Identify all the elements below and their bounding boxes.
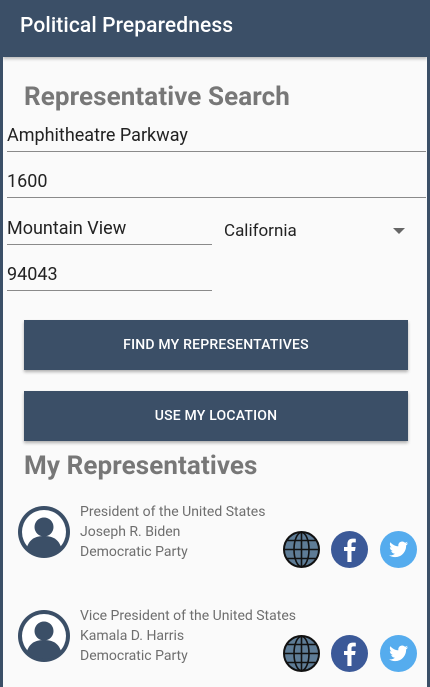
app-bar: Political Preparedness — [3, 0, 427, 57]
app-frame: Political Preparedness Representative Se… — [3, 0, 427, 687]
representative-office: Vice President of the United States — [80, 608, 296, 624]
app-title: Political Preparedness — [20, 14, 234, 38]
twitter-icon[interactable] — [380, 635, 417, 672]
address-line1-input[interactable] — [7, 121, 426, 149]
city-field[interactable] — [7, 214, 212, 245]
representative-name: Kamala D. Harris — [80, 628, 185, 644]
zip-field[interactable] — [7, 260, 212, 291]
representative-item[interactable]: President of the United States Joseph R.… — [3, 500, 427, 600]
address-line2-field[interactable] — [7, 167, 426, 198]
zip-input[interactable] — [7, 260, 212, 288]
search-heading: Representative Search — [24, 82, 290, 112]
address-line1-field[interactable] — [7, 121, 426, 152]
twitter-icon[interactable] — [380, 531, 417, 568]
representatives-heading: My Representatives — [24, 451, 258, 481]
representative-details: Vice President of the United States Kama… — [80, 606, 296, 666]
globe-icon[interactable] — [283, 531, 320, 568]
address-line2-input[interactable] — [7, 167, 426, 195]
representative-name: Joseph R. Biden — [80, 524, 181, 540]
representative-party: Democratic Party — [80, 648, 188, 664]
facebook-icon[interactable] — [331, 531, 368, 568]
representative-item[interactable]: Vice President of the United States Kama… — [3, 604, 427, 687]
find-representatives-button[interactable]: FIND MY REPRESENTATIVES — [24, 320, 408, 370]
representative-party: Democratic Party — [80, 544, 188, 560]
dropdown-caret-icon — [393, 228, 405, 234]
globe-icon[interactable] — [283, 635, 320, 672]
state-value: California — [224, 221, 297, 241]
city-input[interactable] — [7, 214, 212, 242]
avatar-icon — [18, 506, 70, 558]
facebook-icon[interactable] — [331, 635, 368, 672]
state-dropdown[interactable]: California — [224, 218, 413, 244]
representative-office: President of the United States — [80, 504, 266, 520]
representative-details: President of the United States Joseph R.… — [80, 502, 265, 562]
avatar-icon — [18, 610, 70, 662]
use-my-location-button[interactable]: USE MY LOCATION — [24, 391, 408, 441]
